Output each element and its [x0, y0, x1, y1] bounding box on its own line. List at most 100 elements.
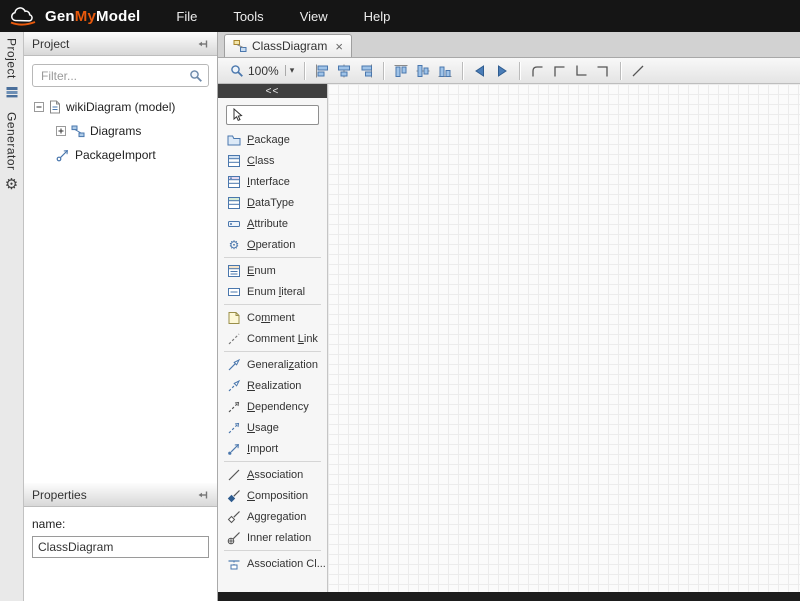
- palette-item-label: Realization: [247, 380, 301, 392]
- palette-list: Package Class: [218, 129, 327, 592]
- main-area: ClassDiagram × 100% ▾: [218, 32, 800, 601]
- attribute-icon: [227, 217, 241, 231]
- align-left-button[interactable]: [311, 61, 333, 81]
- zoom-dropdown-icon[interactable]: ▾: [285, 65, 295, 76]
- palette-item-label: Association: [247, 469, 303, 481]
- palette-separator: [224, 257, 321, 258]
- palette-item-comment[interactable]: Comment: [218, 307, 327, 328]
- aggregation-icon: [227, 510, 241, 524]
- enum-icon: [227, 264, 241, 278]
- palette-item-association[interactable]: Association: [218, 464, 327, 485]
- align-bottom-icon: [437, 63, 453, 79]
- model-file-icon: [49, 100, 61, 114]
- palette-item-label: Inner relation: [247, 532, 311, 544]
- nav-forward-button[interactable]: [491, 61, 513, 81]
- palette-item-class[interactable]: Class: [218, 150, 327, 171]
- enum-literal-icon: [227, 285, 241, 299]
- connector-elbow-right-button[interactable]: [592, 61, 614, 81]
- side-tab-project[interactable]: Project: [5, 38, 19, 79]
- collapse-minus-icon[interactable]: [34, 102, 44, 112]
- app-logo-text: GenMyModel: [45, 8, 140, 25]
- toolbar-separator: [383, 62, 384, 80]
- tab-close-icon[interactable]: ×: [335, 39, 343, 54]
- palette-item-label: Import: [247, 443, 278, 455]
- class-icon: [227, 154, 241, 168]
- palette-item-label: Comment: [247, 312, 295, 324]
- palette-item-attribute[interactable]: Attribute: [218, 213, 327, 234]
- palette-item-label: Operation: [247, 239, 295, 251]
- palette-item-enum-literal[interactable]: Enum literal: [218, 281, 327, 302]
- book-icon[interactable]: [5, 86, 19, 98]
- align-middle-button[interactable]: [412, 61, 434, 81]
- connector-elbow-right-icon: [595, 63, 611, 79]
- palette-item-label: Association Cl...: [247, 558, 326, 570]
- align-left-icon: [314, 63, 330, 79]
- palette-item-import[interactable]: Import: [218, 438, 327, 459]
- toolbar-separator: [304, 62, 305, 80]
- composition-icon: [227, 489, 241, 503]
- collapse-pin-icon[interactable]: [197, 489, 209, 501]
- palette-item-association-class[interactable]: Association Cl...: [218, 553, 327, 574]
- diagram-canvas[interactable]: [328, 84, 800, 592]
- select-tool[interactable]: [226, 105, 319, 125]
- toolbar-separator: [519, 62, 520, 80]
- tree-item-diagrams[interactable]: Diagrams: [24, 119, 217, 143]
- gear-icon[interactable]: ⚙: [5, 177, 18, 192]
- palette-item-usage[interactable]: Usage: [218, 417, 327, 438]
- align-center-button[interactable]: [333, 61, 355, 81]
- properties-panel-title: Properties: [32, 488, 197, 502]
- diagram-toolbar: 100% ▾: [218, 58, 800, 84]
- menu-help[interactable]: Help: [346, 0, 409, 32]
- palette-item-datatype[interactable]: DataType: [218, 192, 327, 213]
- palette-item-label: Comment Link: [247, 333, 318, 345]
- menu-view[interactable]: View: [282, 0, 346, 32]
- palette-item-operation[interactable]: ⚙ Operation: [218, 234, 327, 255]
- palette-item-realization[interactable]: Realization: [218, 375, 327, 396]
- name-input[interactable]: [32, 536, 209, 558]
- class-diagram-icon: [233, 39, 247, 53]
- align-top-button[interactable]: [390, 61, 412, 81]
- menu-tools[interactable]: Tools: [215, 0, 281, 32]
- palette-item-enum[interactable]: Enum: [218, 260, 327, 281]
- palette-collapse-button[interactable]: <<: [218, 84, 327, 98]
- align-top-icon: [393, 63, 409, 79]
- palette-item-dependency[interactable]: Dependency: [218, 396, 327, 417]
- align-bottom-button[interactable]: [434, 61, 456, 81]
- collapse-pin-icon[interactable]: [197, 38, 209, 50]
- connector-elbow-down-button[interactable]: [570, 61, 592, 81]
- palette-item-package[interactable]: Package: [218, 129, 327, 150]
- nav-back-button[interactable]: [469, 61, 491, 81]
- arrow-left-icon: [473, 64, 487, 78]
- palette-item-label: Usage: [247, 422, 279, 434]
- zoom-value: 100%: [248, 64, 279, 78]
- palette-item-aggregation[interactable]: Aggregation: [218, 506, 327, 527]
- align-middle-icon: [415, 63, 431, 79]
- connector-rounded-icon: [529, 63, 545, 79]
- tree-item-model[interactable]: wikiDiagram (model): [24, 95, 217, 119]
- properties-panel: Properties name:: [24, 483, 218, 601]
- expand-plus-icon[interactable]: [56, 126, 66, 136]
- palette-item-inner-relation[interactable]: Inner relation: [218, 527, 327, 548]
- diagrams-icon: [71, 125, 85, 138]
- align-right-icon: [358, 63, 374, 79]
- zoom-control[interactable]: 100% ▾: [226, 64, 298, 78]
- connector-elbow-up-button[interactable]: [548, 61, 570, 81]
- palette-item-comment-link[interactable]: Comment Link: [218, 328, 327, 349]
- tab-classdiagram[interactable]: ClassDiagram ×: [224, 34, 352, 57]
- connector-rounded-button[interactable]: [526, 61, 548, 81]
- straight-line-button[interactable]: [627, 61, 649, 81]
- association-icon: [227, 468, 241, 482]
- palette-item-interface[interactable]: Interface: [218, 171, 327, 192]
- app-window: GenMyModel File Tools View Help Project …: [0, 0, 800, 601]
- generalization-icon: [227, 358, 241, 372]
- straight-line-icon: [630, 63, 646, 79]
- side-tab-generator[interactable]: Generator: [5, 112, 19, 171]
- palette-item-label: Aggregation: [247, 511, 306, 523]
- align-right-button[interactable]: [355, 61, 377, 81]
- filter-input[interactable]: [32, 64, 209, 87]
- toolbar-separator: [620, 62, 621, 80]
- tree-item-packageimport[interactable]: PackageImport: [24, 143, 217, 167]
- palette-item-composition[interactable]: Composition: [218, 485, 327, 506]
- menu-file[interactable]: File: [158, 0, 215, 32]
- palette-item-generalization[interactable]: Generalization: [218, 354, 327, 375]
